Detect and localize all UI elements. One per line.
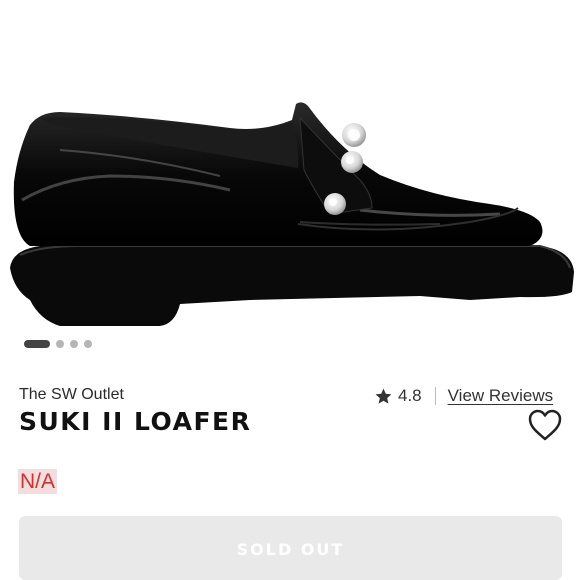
carousel-dot[interactable]: [84, 340, 92, 348]
view-reviews-link[interactable]: View Reviews: [448, 386, 554, 406]
product-title: SUKI II LOAFER: [19, 407, 252, 436]
divider: [434, 387, 436, 405]
loafer-shoe-image: [10, 102, 574, 326]
product-price: N/A: [18, 469, 58, 494]
star-icon: [375, 388, 392, 404]
product-brand: The SW Outlet: [19, 386, 124, 403]
carousel-indicator[interactable]: [24, 339, 92, 349]
wishlist-button[interactable]: [527, 408, 563, 442]
rating-value: 4.8: [398, 386, 422, 405]
carousel-dot-active[interactable]: [24, 340, 50, 348]
sold-out-button[interactable]: SOLD OUT: [19, 516, 562, 580]
carousel-dot[interactable]: [70, 340, 78, 348]
product-image[interactable]: [0, 0, 580, 335]
product-rating: 4.8 View Reviews: [374, 386, 553, 406]
heart-outline-icon: [528, 409, 562, 441]
carousel-dot[interactable]: [56, 340, 64, 348]
